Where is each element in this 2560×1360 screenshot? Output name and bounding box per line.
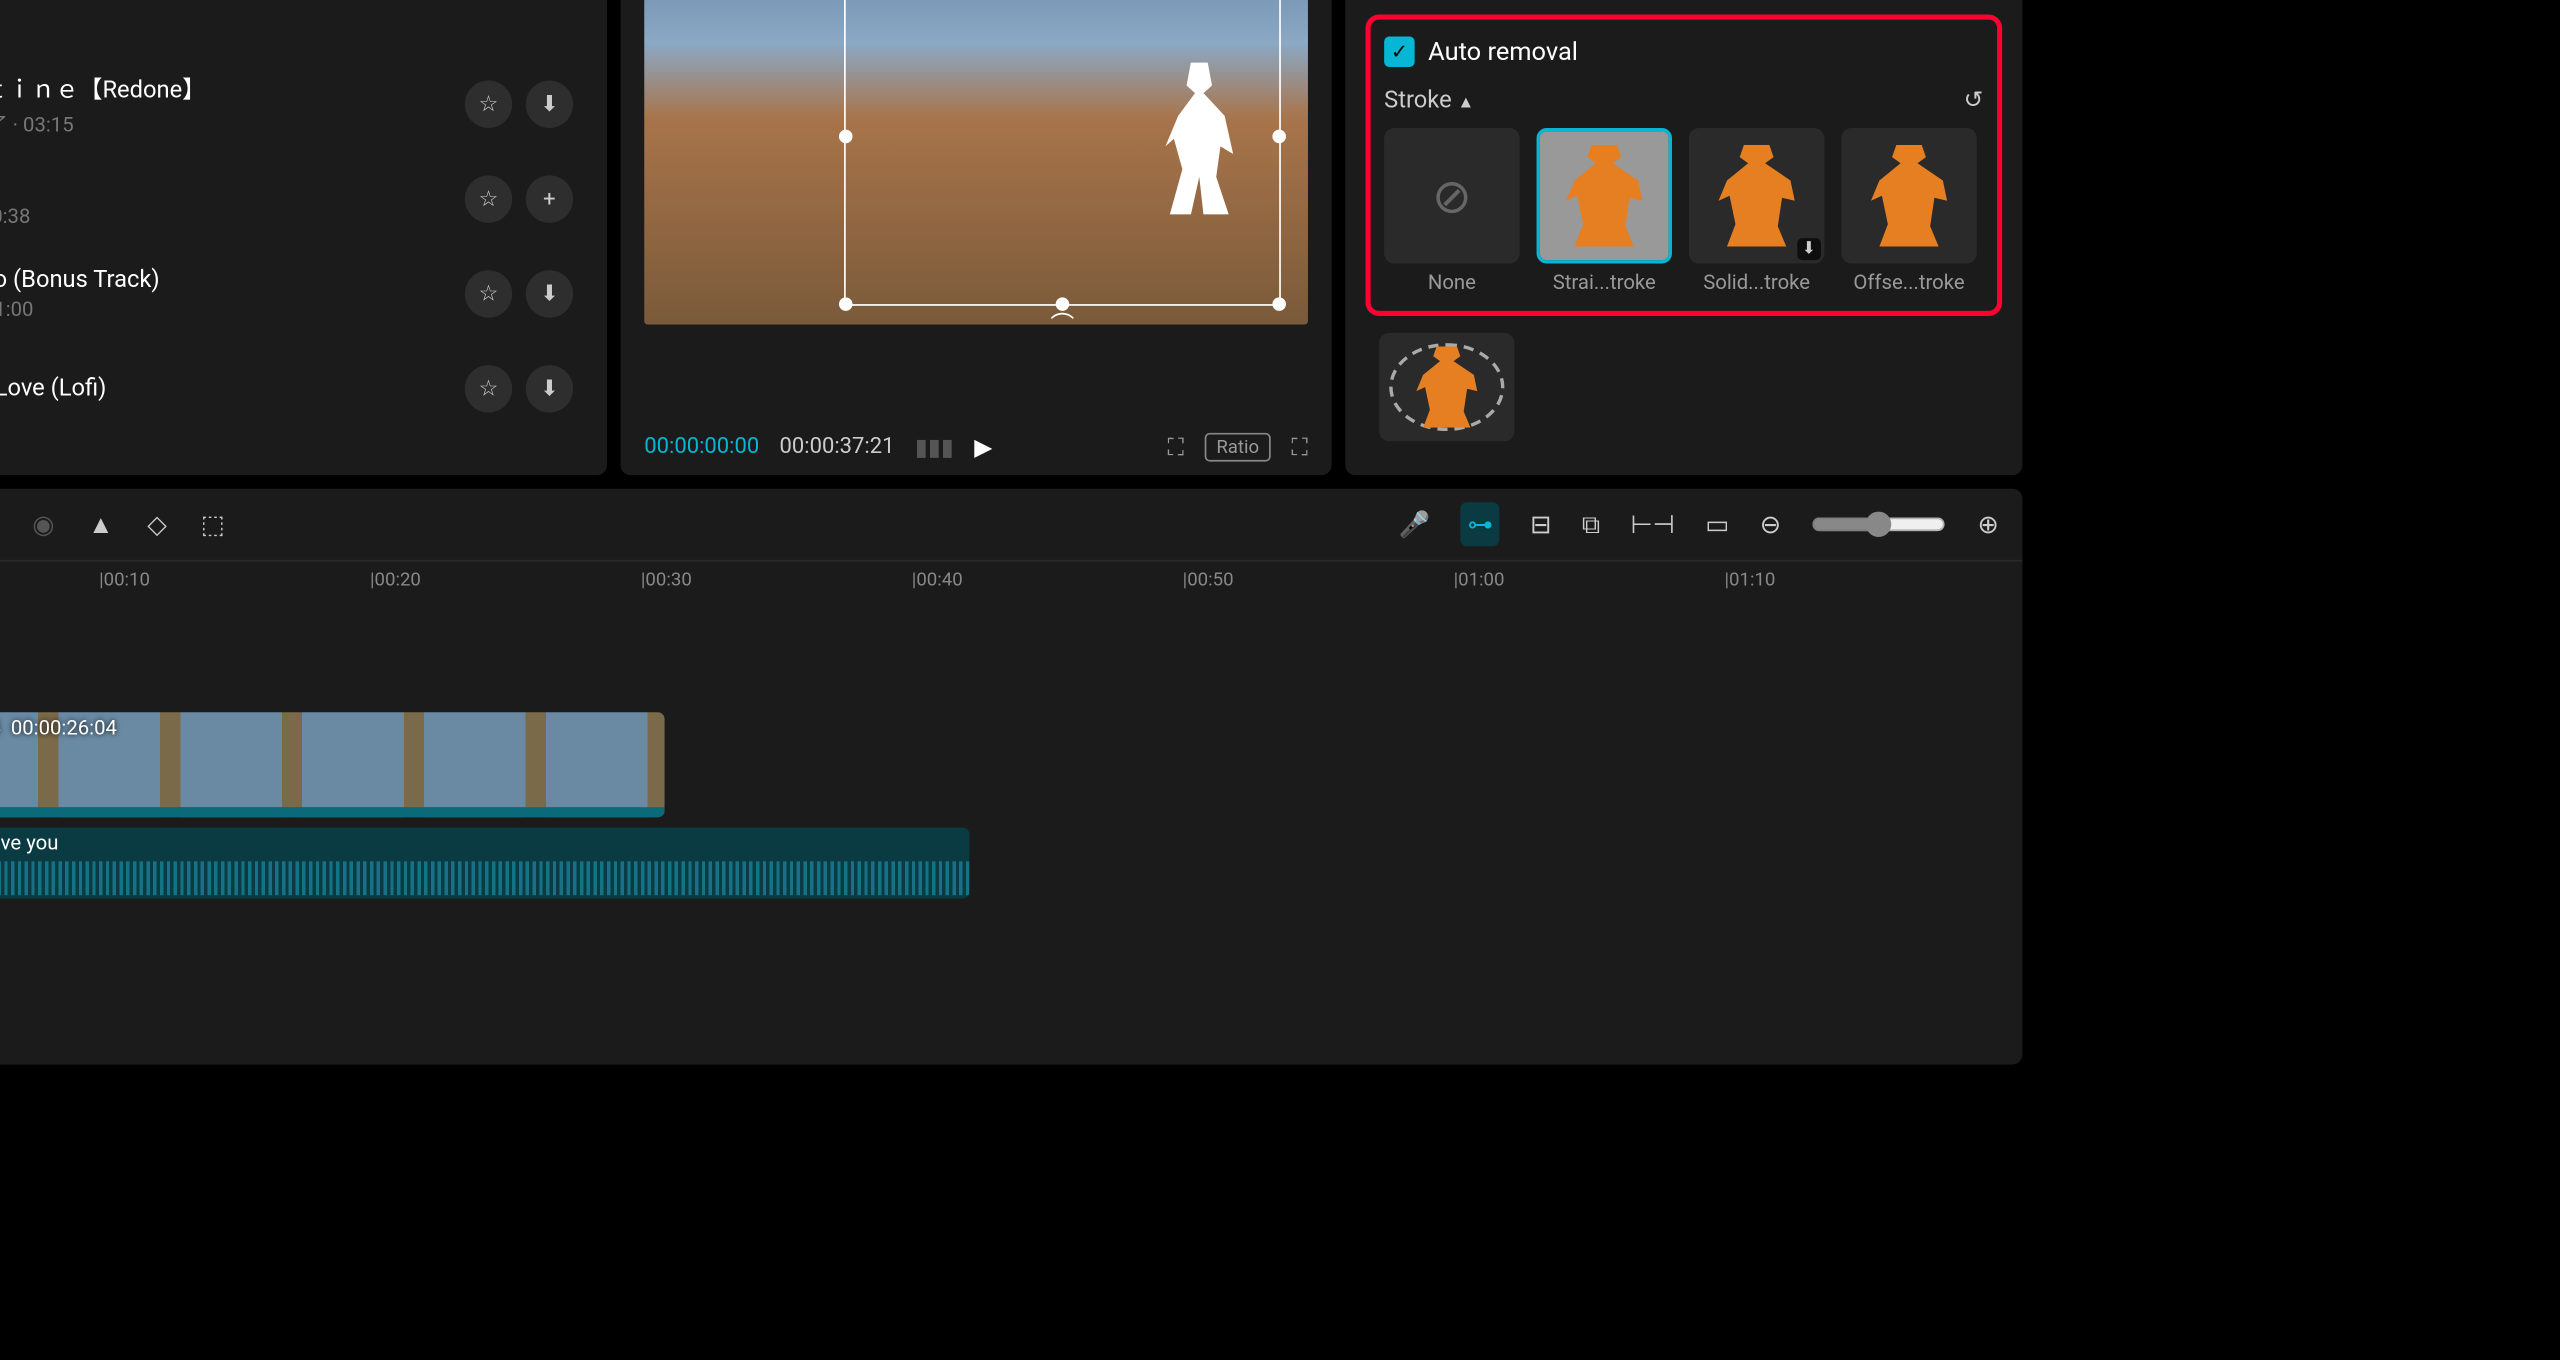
stroke-option-offset[interactable]: Offse...troke [1841, 128, 1976, 294]
track-row[interactable]: I Love You So (Bonus Track)Maher Zain · … [0, 247, 587, 342]
media-panel: ▣Import ◉Audio TText ☺Stickers ✦Effects … [0, 0, 607, 475]
resize-handle[interactable] [1273, 130, 1287, 144]
snap-icon[interactable]: ⊢⊣ [1631, 509, 1675, 539]
align-icon[interactable]: ⊟ [1530, 509, 1551, 539]
track-row[interactable]: Nothing but Love (Lofi) ☆⬇ [0, 341, 587, 436]
crop-icon[interactable]: ⬚ [201, 509, 225, 539]
preview-viewport[interactable]: ⌒ [621, 0, 1332, 419]
magnet-icon[interactable]: ⊶ [1461, 502, 1500, 546]
timeline-panel: ↖ ⌄ ↶ ↷ ⎮⎮ ⎡ ⎤ 🗑 ⧉ ◉ ▲ ◇ ⬚ 🎤 ⊶ ⊟ ⧉ ⊢⊣ ▭ … [0, 489, 2022, 1065]
clip-audio[interactable]: Say love you [0, 827, 969, 898]
resize-handle[interactable] [838, 297, 852, 311]
track-row[interactable]: Ｖａｌｅｎｔｉｎｅ【Redone】幸子小姐拜托了 · 03:15 ☆⬇ [0, 57, 587, 152]
play-icon[interactable]: ▶ [974, 434, 992, 461]
current-timecode: 00:00:00:00 [644, 435, 759, 460]
selection-box[interactable]: ⌒ [843, 0, 1281, 305]
timeline-track-audio: ♪ 🔓 🔊 Say love you [0, 821, 2022, 906]
category-title: Love [0, 6, 587, 36]
player-panel: Player ≡ ⌒ 00:00:00:00 [621, 0, 1332, 475]
reset-icon[interactable]: ↺ [1964, 87, 1984, 114]
stroke-option-solid[interactable]: ⬇ Solid...troke [1689, 128, 1824, 294]
zoom-slider[interactable] [1812, 511, 1947, 538]
chevron-up-icon: ▲ [1458, 94, 1475, 113]
none-icon: ⊘ [1432, 168, 1472, 224]
resize-handle[interactable] [838, 130, 852, 144]
shadow-control: Shadow 0 ⇅ [1359, 0, 2009, 8]
rotate-icon[interactable]: ◇ [147, 509, 167, 539]
add-icon[interactable]: + [526, 175, 573, 222]
download-badge-icon: ⬇ [1797, 238, 1821, 260]
zoom-out-icon[interactable]: ⊖ [1760, 509, 1781, 539]
favorite-icon[interactable]: ☆ [465, 365, 512, 412]
stroke-option-extra[interactable] [1379, 333, 1514, 441]
grid-icon[interactable]: ▮▮▮ [915, 434, 954, 461]
record-icon[interactable]: ◉ [32, 509, 54, 539]
zoom-in-icon[interactable]: ⊕ [1977, 509, 1998, 539]
track-row[interactable]: Say love you罗艺欣Elsa · 00:38 ☆+ [0, 152, 587, 247]
auto-removal-section: ✓ Auto removal Stroke ▲ ↺ ⊘ None Strai..… [1366, 15, 2003, 316]
favorite-icon[interactable]: ☆ [465, 270, 512, 317]
auto-removal-checkbox[interactable]: ✓ [1384, 37, 1414, 67]
rotate-handle[interactable]: ⌒ [1051, 307, 1075, 341]
total-timecode: 00:00:37:21 [780, 435, 895, 460]
favorite-icon[interactable]: ☆ [465, 81, 512, 128]
waveform [0, 861, 969, 895]
download-icon[interactable]: ⬇ [526, 81, 573, 128]
timeline-track-main: ▸ 🔓 👁 🔊 ✎ Cover 1.mp4 00:00:26:04 [0, 709, 2022, 821]
stroke-option-straight[interactable]: Strai...troke [1537, 128, 1672, 294]
fullscreen-icon[interactable]: ⛶ [1291, 434, 1308, 461]
stroke-label[interactable]: Stroke ▲ [1384, 87, 1474, 114]
link-icon[interactable]: ⧉ [1582, 509, 1600, 539]
timeline-track-overlay: ▸ 🔓 👁 🔊 72664b42e5 [0, 597, 2022, 709]
favorite-icon[interactable]: ☆ [465, 175, 512, 222]
mic-icon[interactable]: 🎤 [1399, 509, 1431, 539]
timeline-ruler[interactable]: |00:00 |00:10 |00:20 |00:30 |00:40 |00:5… [0, 562, 2022, 598]
mirror-icon[interactable]: ▲ [88, 509, 113, 539]
download-icon[interactable]: ⬇ [526, 270, 573, 317]
stroke-option-none[interactable]: ⊘ None [1384, 128, 1519, 294]
music-list-pane: 🔍 Search songs or artists All▼ Love Ｖａｌｅ… [0, 0, 607, 475]
scan-icon[interactable]: ⛶ [1168, 434, 1185, 461]
download-icon[interactable]: ⬇ [526, 365, 573, 412]
inspector-panel: Video Animation Tracking Adjustm » Basic… [1345, 0, 2022, 475]
ratio-button[interactable]: Ratio [1204, 433, 1271, 462]
preview-icon[interactable]: ▭ [1705, 509, 1729, 539]
clip-main-video[interactable]: 1.mp4 00:00:26:04 [0, 712, 665, 817]
resize-handle[interactable] [1273, 297, 1287, 311]
